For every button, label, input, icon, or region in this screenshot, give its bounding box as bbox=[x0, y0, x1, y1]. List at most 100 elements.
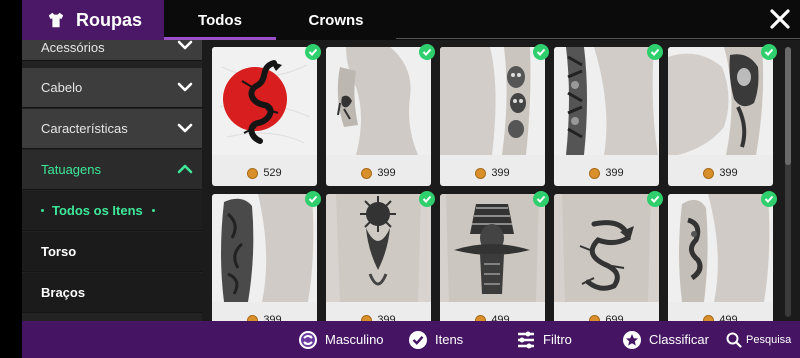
shoulder-face-tattoo-thumbnail bbox=[668, 47, 773, 155]
grid-scrollbar[interactable] bbox=[785, 47, 791, 317]
category-sidebar: Acessórios Cabelo Características Tatuag… bbox=[22, 40, 202, 321]
header-divider bbox=[396, 38, 800, 39]
sidebar-item-caracteristicas[interactable]: Características bbox=[22, 109, 202, 149]
filter-icon bbox=[518, 331, 534, 348]
item-card[interactable]: 399 bbox=[440, 47, 545, 186]
sidebar-item-label: Cabelo bbox=[41, 80, 83, 95]
price-value: 499 bbox=[491, 314, 510, 321]
bullet-dot bbox=[41, 209, 44, 212]
forearm-pattern-tattoo-thumbnail bbox=[554, 47, 659, 155]
forearm-skull-tattoo-thumbnail bbox=[440, 47, 545, 155]
gender-toggle-button[interactable]: Masculino bbox=[298, 321, 384, 358]
item-card[interactable]: 399 bbox=[326, 47, 431, 186]
item-price: 399 bbox=[440, 163, 545, 183]
item-card[interactable]: 399 bbox=[212, 194, 317, 321]
coin-icon bbox=[703, 167, 715, 179]
sort-button[interactable]: Classificar bbox=[622, 321, 709, 358]
check-circle-icon bbox=[409, 330, 427, 349]
owned-check-icon bbox=[533, 191, 549, 207]
back-sun-tattoo-thumbnail bbox=[326, 194, 431, 302]
price-value: 529 bbox=[263, 167, 282, 179]
chevron-down-icon bbox=[177, 82, 193, 92]
coin-icon bbox=[361, 167, 373, 179]
close-icon[interactable] bbox=[768, 7, 792, 31]
item-price: 529 bbox=[212, 163, 317, 183]
price-value: 399 bbox=[491, 167, 510, 179]
items-label: Itens bbox=[435, 332, 464, 347]
tab-crowns[interactable]: Crowns bbox=[276, 0, 396, 40]
item-card[interactable]: 499 bbox=[668, 194, 773, 321]
chevron-down-icon bbox=[177, 123, 193, 133]
owned-check-icon bbox=[305, 44, 321, 60]
item-price: 399 bbox=[668, 163, 773, 183]
bottom-toolbar: Masculino Itens Filtro Classificar Pesqu… bbox=[22, 321, 800, 358]
sidebar-item-acessorios[interactable]: Acessórios bbox=[22, 40, 202, 61]
shirt-icon bbox=[48, 12, 64, 28]
sidebar-subitem-todos-os-itens[interactable]: Todos os Itens bbox=[22, 191, 202, 231]
star-circle-icon bbox=[623, 330, 641, 349]
gender-switch-icon bbox=[299, 330, 317, 349]
item-price: 499 bbox=[668, 310, 773, 321]
owned-check-icon bbox=[533, 44, 549, 60]
sidebar-item-bracos[interactable]: Braços bbox=[22, 273, 202, 313]
price-value: 699 bbox=[605, 314, 624, 321]
coin-icon bbox=[247, 167, 259, 179]
item-price: 399 bbox=[554, 163, 659, 183]
price-value: 399 bbox=[377, 167, 396, 179]
item-card[interactable]: 529 bbox=[212, 47, 317, 186]
sidebar-item-label: Acessórios bbox=[41, 40, 105, 55]
item-card[interactable]: 399 bbox=[326, 194, 431, 321]
price-value: 399 bbox=[263, 314, 282, 321]
gender-label: Masculino bbox=[325, 332, 384, 347]
dragon-circle-tattoo-thumbnail bbox=[212, 47, 317, 155]
screen-frame: Roupas Todos Crowns Acessórios Cabelo Ca… bbox=[0, 0, 800, 358]
chevron-down-icon bbox=[177, 40, 193, 50]
app-window: Roupas Todos Crowns Acessórios Cabelo Ca… bbox=[22, 0, 800, 358]
search-icon bbox=[726, 332, 742, 348]
sidebar-item-tatuagens[interactable]: Tatuagens bbox=[22, 150, 202, 190]
filter-label: Filtro bbox=[543, 332, 572, 347]
sort-label: Classificar bbox=[649, 332, 709, 347]
owned-check-icon bbox=[761, 44, 777, 60]
price-value: 499 bbox=[719, 314, 738, 321]
title-box: Roupas bbox=[22, 0, 164, 40]
scrollbar-thumb[interactable] bbox=[785, 47, 791, 165]
page-title: Roupas bbox=[76, 9, 143, 30]
owned-check-icon bbox=[647, 191, 663, 207]
item-card[interactable]: 499 bbox=[440, 194, 545, 321]
item-price: 699 bbox=[554, 310, 659, 321]
price-value: 399 bbox=[605, 167, 624, 179]
price-value: 399 bbox=[377, 314, 396, 321]
sidebar-item-cabelo[interactable]: Cabelo bbox=[22, 68, 202, 108]
sidebar-item-torso[interactable]: Torso bbox=[22, 232, 202, 272]
items-filter-button[interactable]: Itens bbox=[408, 321, 463, 358]
owned-check-icon bbox=[647, 44, 663, 60]
sidebar-item-label: Tatuagens bbox=[41, 162, 101, 177]
dragon-back-tattoo-thumbnail bbox=[554, 194, 659, 302]
item-price: 399 bbox=[326, 310, 431, 321]
item-grid: 529 399 399 399 399 399 399 499 699 499 bbox=[212, 47, 777, 321]
arm-tribal-tattoo-thumbnail bbox=[668, 194, 773, 302]
owned-check-icon bbox=[305, 191, 321, 207]
arm-tattoo-thumbnail bbox=[326, 47, 431, 155]
sidebar-item-label: Torso bbox=[41, 244, 77, 259]
tab-todos[interactable]: Todos bbox=[164, 0, 276, 40]
filter-button[interactable]: Filtro bbox=[516, 321, 572, 358]
sidebar-subitem-label: Todos os Itens bbox=[52, 203, 143, 218]
sidebar-item-label: Braços bbox=[41, 285, 86, 300]
search-button[interactable]: Pesquisa bbox=[726, 321, 791, 358]
price-value: 399 bbox=[719, 167, 738, 179]
owned-check-icon bbox=[761, 191, 777, 207]
coin-icon bbox=[475, 167, 487, 179]
item-price: 399 bbox=[212, 310, 317, 321]
item-card[interactable]: 699 bbox=[554, 194, 659, 321]
owned-check-icon bbox=[419, 44, 435, 60]
coin-icon bbox=[589, 167, 601, 179]
owned-check-icon bbox=[419, 191, 435, 207]
bullet-dot bbox=[151, 209, 155, 212]
chevron-up-icon bbox=[177, 164, 193, 174]
item-price: 499 bbox=[440, 310, 545, 321]
item-price: 399 bbox=[326, 163, 431, 183]
item-card[interactable]: 399 bbox=[668, 47, 773, 186]
item-card[interactable]: 399 bbox=[554, 47, 659, 186]
